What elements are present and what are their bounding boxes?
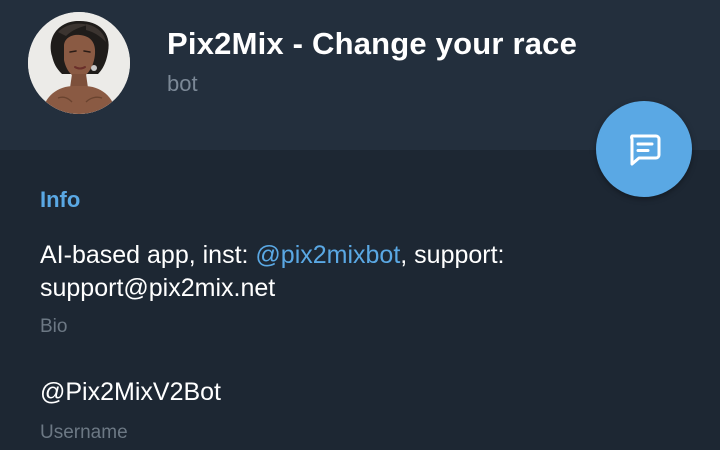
bio-label: Bio — [40, 316, 68, 337]
bio-text[interactable]: AI-based app, inst: @pix2mixbot, support… — [40, 239, 680, 305]
bot-profile-screen: Pix2Mix - Change your race bot Info AI-b… — [0, 0, 720, 450]
message-icon — [630, 134, 661, 166]
profile-title: Pix2Mix - Change your race — [167, 26, 578, 61]
bio-text-part: AI-based app, inst: — [40, 241, 256, 269]
avatar[interactable] — [28, 12, 130, 114]
avatar-portrait-image — [28, 12, 130, 114]
username-value[interactable]: @Pix2MixV2Bot — [40, 378, 221, 407]
username-label: Username — [40, 422, 128, 443]
info-section-title: Info — [40, 187, 81, 212]
bio-mention-link[interactable]: @pix2mixbot — [255, 241, 400, 269]
profile-subtitle: bot — [167, 71, 198, 96]
send-message-button[interactable] — [596, 101, 692, 197]
